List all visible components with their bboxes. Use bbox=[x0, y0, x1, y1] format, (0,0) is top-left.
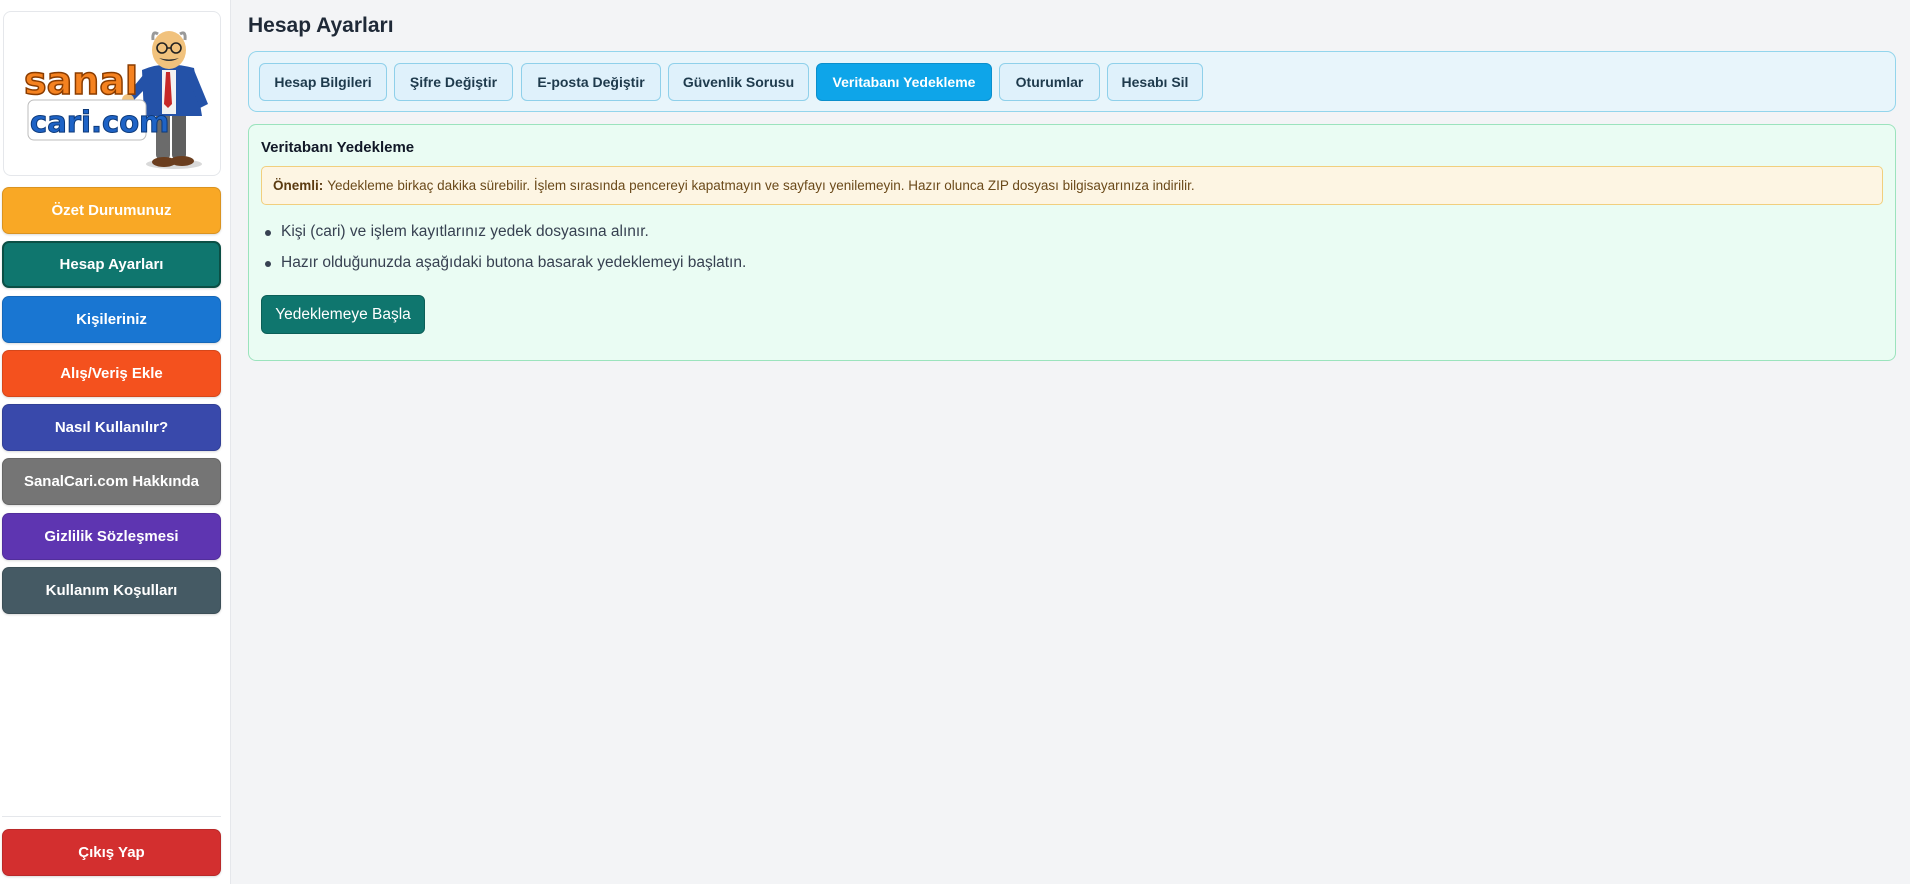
main-content: Hesap Ayarları Hesap Bilgileri Şifre Değ… bbox=[232, 0, 1910, 884]
logout-button[interactable]: Çıkış Yap bbox=[2, 829, 221, 876]
list-item: Kişi (cari) ve işlem kayıtlarınız yedek … bbox=[261, 222, 746, 253]
tab-oturumlar[interactable]: Oturumlar bbox=[999, 63, 1100, 101]
tab-hesap-bilgileri[interactable]: Hesap Bilgileri bbox=[259, 63, 387, 101]
sidebar-item-kullanim-kosullari[interactable]: Kullanım Koşulları bbox=[2, 567, 221, 614]
svg-text:cari.com: cari.com bbox=[30, 105, 169, 139]
sidebar-item-gizlilik-sozlesmesi[interactable]: Gizlilik Sözleşmesi bbox=[2, 513, 221, 560]
tab-sifre-degistir[interactable]: Şifre Değiştir bbox=[394, 63, 513, 101]
tab-veritabani-yedekleme[interactable]: Veritabanı Yedekleme bbox=[816, 63, 992, 101]
sidebar-divider bbox=[2, 816, 221, 817]
svg-text:sanal: sanal bbox=[24, 59, 138, 103]
sidebar: sanal cari.com Özet Durumunuz Hesap Ayar… bbox=[0, 0, 231, 884]
sidebar-item-hesap-ayarlari[interactable]: Hesap Ayarları bbox=[2, 241, 221, 288]
sidebar-item-kisileriniz[interactable]: Kişileriniz bbox=[2, 296, 221, 343]
sidebar-item-hakkinda[interactable]: SanalCari.com Hakkında bbox=[2, 458, 221, 505]
mascot-logo-image: sanal cari.com bbox=[23, 31, 208, 169]
tab-eposta-degistir[interactable]: E-posta Değiştir bbox=[521, 63, 661, 101]
logo[interactable]: sanal cari.com bbox=[3, 11, 221, 176]
sidebar-item-alis-veris-ekle[interactable]: Alış/Veriş Ekle bbox=[2, 350, 221, 397]
list-item: Hazır olduğunuzda aşağıdaki butona basar… bbox=[261, 253, 746, 284]
sidebar-item-nasil-kullanilir[interactable]: Nasıl Kullanılır? bbox=[2, 404, 221, 451]
settings-tabbar: Hesap Bilgileri Şifre Değiştir E-posta D… bbox=[248, 51, 1896, 112]
notice-text: Yedekleme birkaç dakika sürebilir. İşlem… bbox=[327, 178, 1195, 193]
panel-title: Veritabanı Yedekleme bbox=[261, 139, 415, 156]
start-backup-button[interactable]: Yedeklemeye Başla bbox=[261, 295, 425, 334]
tab-hesabi-sil[interactable]: Hesabı Sil bbox=[1107, 63, 1203, 101]
warning-notice: Önemli: Yedekleme birkaç dakika sürebili… bbox=[261, 166, 1883, 205]
notice-label: Önemli: bbox=[273, 178, 324, 193]
info-list: Kişi (cari) ve işlem kayıtlarınız yedek … bbox=[261, 222, 746, 284]
tab-guvenlik-sorusu[interactable]: Güvenlik Sorusu bbox=[668, 63, 809, 101]
page-title: Hesap Ayarları bbox=[248, 14, 394, 37]
backup-panel: Veritabanı Yedekleme Önemli: Yedekleme b… bbox=[248, 124, 1896, 361]
sidebar-item-ozet-durumunuz[interactable]: Özet Durumunuz bbox=[2, 187, 221, 234]
